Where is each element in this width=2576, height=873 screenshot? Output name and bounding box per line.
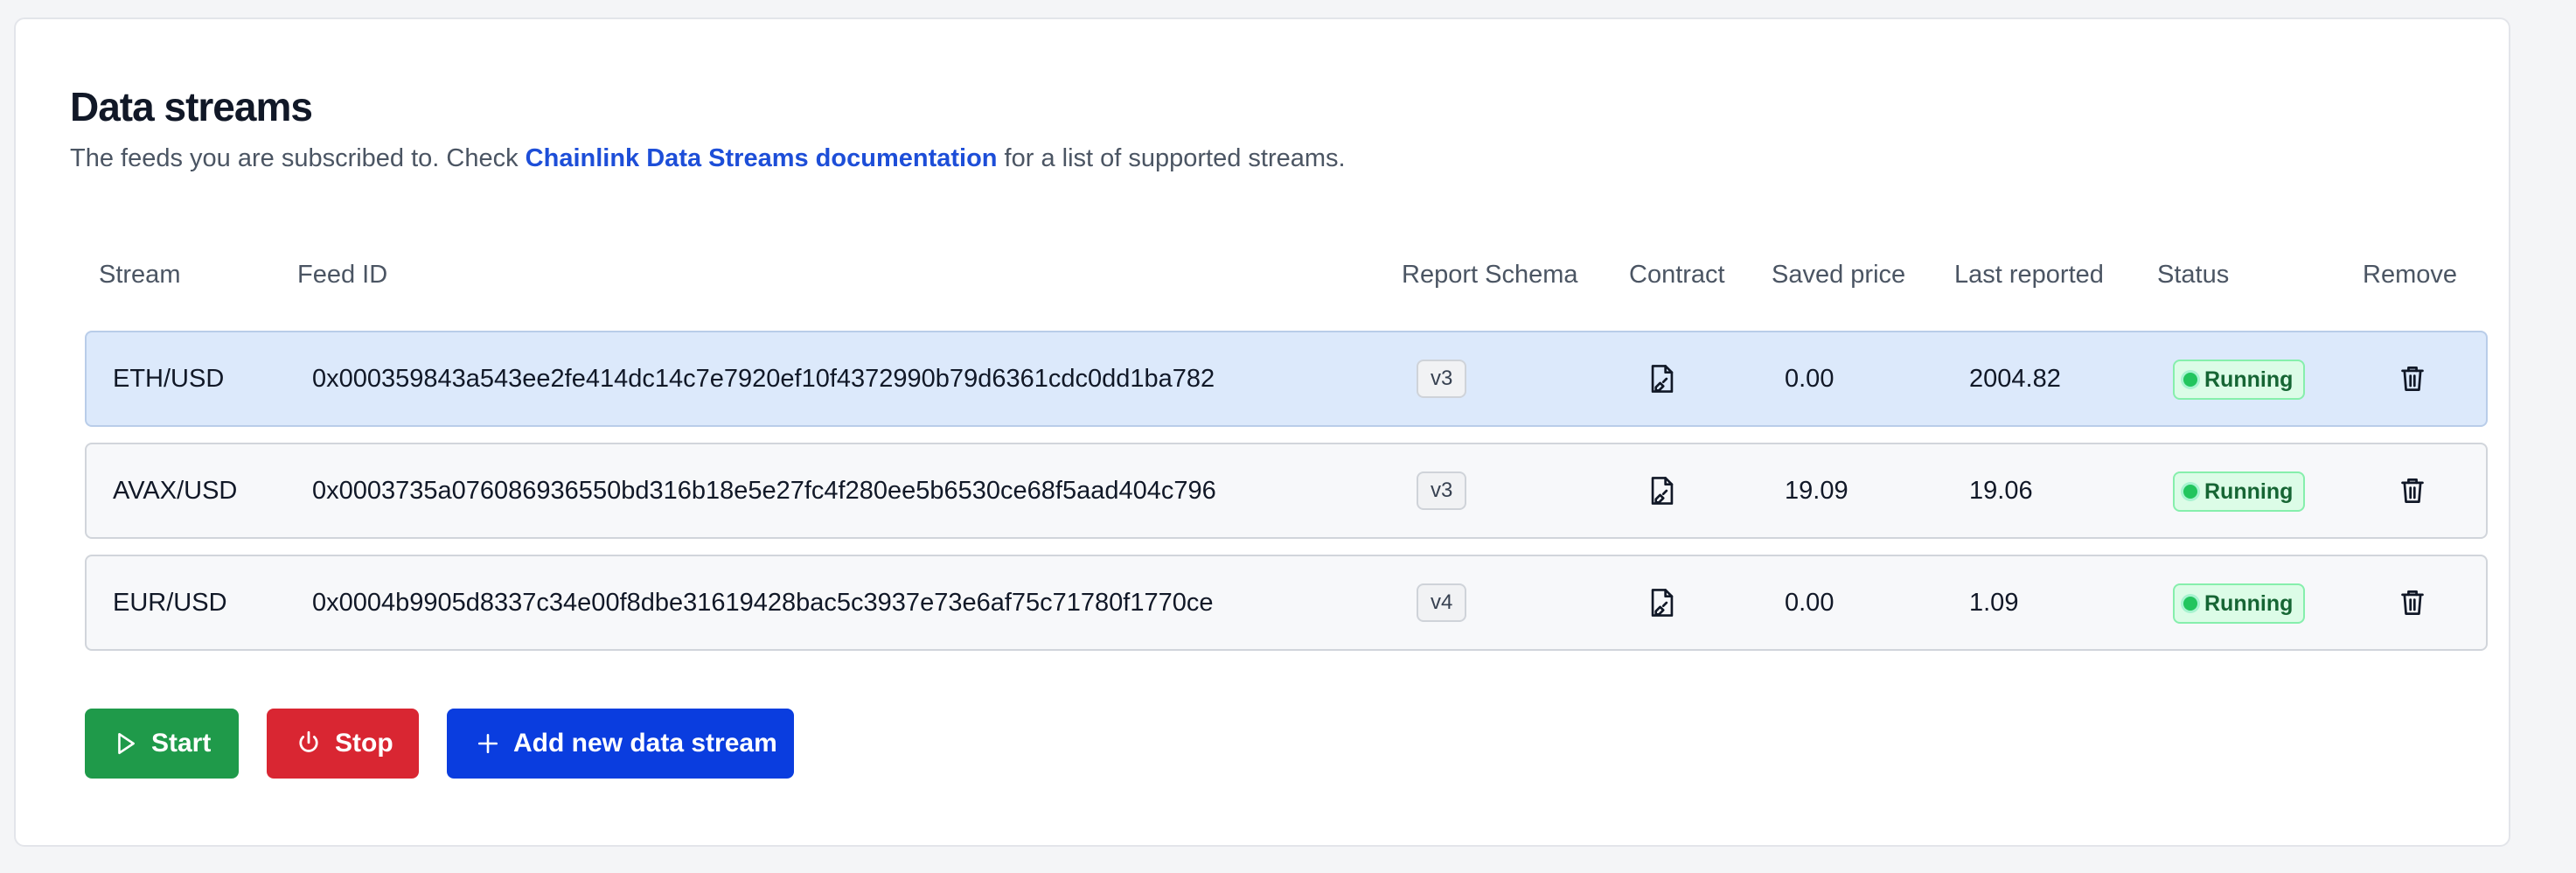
header-feed-id: Feed ID	[297, 261, 388, 289]
status-label: Running	[2204, 590, 2294, 616]
table-row[interactable]: ETH/USD 0x000359843a543ee2fe414dc14c7e79…	[85, 331, 2488, 427]
trash-icon[interactable]	[2395, 585, 2430, 620]
header-saved-price: Saved price	[1772, 261, 1906, 289]
header-status: Status	[2157, 261, 2230, 289]
status-label: Running	[2204, 367, 2294, 392]
feed-id: 0x000359843a543ee2fe414dc14c7e7920ef10f4…	[312, 365, 1215, 393]
feed-id: 0x0003735a076086936550bd316b18e5e27fc4f2…	[312, 477, 1216, 505]
page-title: Data streams	[70, 84, 313, 129]
last-reported: 2004.82	[1969, 365, 2061, 393]
status-dot-icon	[2183, 485, 2197, 499]
trash-icon[interactable]	[2395, 473, 2430, 508]
feed-id: 0x0004b9905d8337c34e00f8dbe31619428bac5c…	[312, 589, 1214, 617]
stream-name: AVAX/USD	[113, 477, 238, 505]
plus-icon	[477, 732, 499, 755]
status-dot-icon	[2183, 373, 2197, 387]
stream-name: ETH/USD	[113, 365, 225, 393]
trash-icon[interactable]	[2395, 361, 2430, 396]
status-badge: Running	[2173, 471, 2306, 512]
table-row[interactable]: EUR/USD 0x0004b9905d8337c34e00f8dbe31619…	[85, 555, 2488, 651]
contract-icon[interactable]	[1645, 361, 1680, 396]
status-badge: Running	[2173, 360, 2306, 400]
play-icon	[115, 731, 137, 756]
stop-button[interactable]: Stop	[267, 709, 419, 779]
stop-label: Stop	[335, 729, 393, 758]
subtitle-text-before: The feeds you are subscribed to. Check	[70, 144, 526, 172]
last-reported: 19.06	[1969, 477, 2033, 505]
start-button[interactable]: Start	[85, 709, 239, 779]
header-report-schema: Report Schema	[1402, 261, 1578, 289]
saved-price: 19.09	[1785, 477, 1848, 505]
header-contract: Contract	[1629, 261, 1725, 289]
header-stream: Stream	[99, 261, 181, 289]
schema-badge: v3	[1417, 360, 1467, 398]
last-reported: 1.09	[1969, 589, 2019, 617]
page-subtitle: The feeds you are subscribed to. Check C…	[70, 144, 1346, 173]
status-label: Running	[2204, 478, 2294, 504]
stream-name: EUR/USD	[113, 589, 227, 617]
schema-badge: v4	[1417, 583, 1467, 622]
documentation-link[interactable]: Chainlink Data Streams documentation	[526, 144, 998, 172]
saved-price: 0.00	[1785, 365, 1835, 393]
status-badge: Running	[2173, 583, 2306, 624]
schema-badge: v3	[1417, 471, 1467, 510]
subtitle-text-after: for a list of supported streams.	[997, 144, 1346, 172]
header-last-reported: Last reported	[1954, 261, 2104, 289]
saved-price: 0.00	[1785, 589, 1835, 617]
start-label: Start	[151, 729, 212, 758]
contract-icon[interactable]	[1645, 585, 1680, 620]
add-data-stream-button[interactable]: Add new data stream	[447, 709, 794, 779]
status-dot-icon	[2183, 597, 2197, 611]
header-remove: Remove	[2363, 261, 2457, 289]
power-icon	[296, 730, 321, 757]
add-label: Add new data stream	[513, 729, 777, 758]
table-row[interactable]: AVAX/USD 0x0003735a076086936550bd316b18e…	[85, 443, 2488, 539]
contract-icon[interactable]	[1645, 473, 1680, 508]
